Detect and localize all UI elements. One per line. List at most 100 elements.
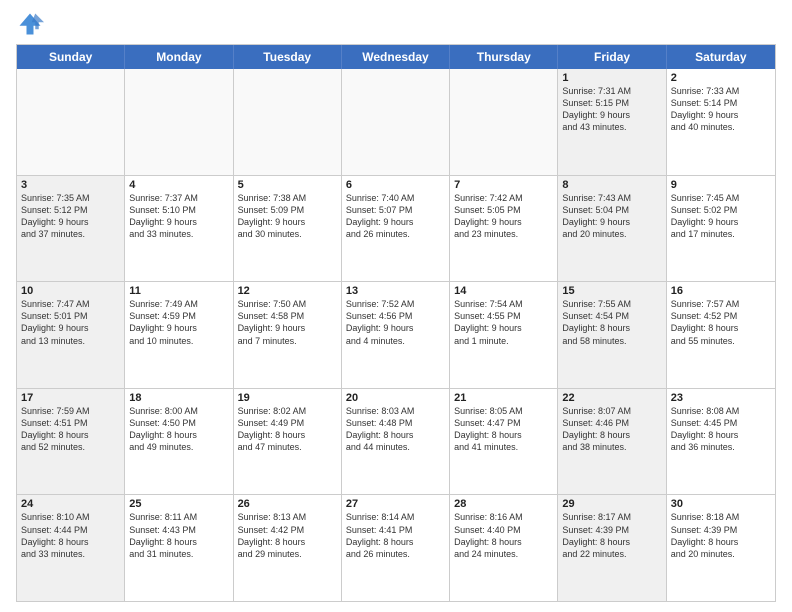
- calendar-cell: 9Sunrise: 7:45 AM Sunset: 5:02 PM Daylig…: [667, 176, 775, 282]
- day-number: 7: [454, 179, 553, 191]
- calendar-cell: 18Sunrise: 8:00 AM Sunset: 4:50 PM Dayli…: [125, 389, 233, 495]
- day-number: 13: [346, 285, 445, 297]
- calendar-cell: 4Sunrise: 7:37 AM Sunset: 5:10 PM Daylig…: [125, 176, 233, 282]
- calendar-cell: 17Sunrise: 7:59 AM Sunset: 4:51 PM Dayli…: [17, 389, 125, 495]
- day-number: 29: [562, 498, 661, 510]
- calendar-cell: 27Sunrise: 8:14 AM Sunset: 4:41 PM Dayli…: [342, 495, 450, 601]
- day-info: Sunrise: 8:00 AM Sunset: 4:50 PM Dayligh…: [129, 405, 228, 454]
- day-number: 6: [346, 179, 445, 191]
- day-info: Sunrise: 7:31 AM Sunset: 5:15 PM Dayligh…: [562, 85, 661, 134]
- header: [16, 10, 776, 38]
- day-number: 4: [129, 179, 228, 191]
- day-number: 3: [21, 179, 120, 191]
- day-number: 26: [238, 498, 337, 510]
- day-number: 21: [454, 392, 553, 404]
- day-info: Sunrise: 8:08 AM Sunset: 4:45 PM Dayligh…: [671, 405, 771, 454]
- day-number: 15: [562, 285, 661, 297]
- day-number: 2: [671, 72, 771, 84]
- calendar-cell: 25Sunrise: 8:11 AM Sunset: 4:43 PM Dayli…: [125, 495, 233, 601]
- day-info: Sunrise: 7:52 AM Sunset: 4:56 PM Dayligh…: [346, 298, 445, 347]
- day-info: Sunrise: 7:49 AM Sunset: 4:59 PM Dayligh…: [129, 298, 228, 347]
- calendar-cell: 23Sunrise: 8:08 AM Sunset: 4:45 PM Dayli…: [667, 389, 775, 495]
- calendar-cell: 13Sunrise: 7:52 AM Sunset: 4:56 PM Dayli…: [342, 282, 450, 388]
- day-info: Sunrise: 7:55 AM Sunset: 4:54 PM Dayligh…: [562, 298, 661, 347]
- day-info: Sunrise: 7:43 AM Sunset: 5:04 PM Dayligh…: [562, 192, 661, 241]
- calendar-cell: 20Sunrise: 8:03 AM Sunset: 4:48 PM Dayli…: [342, 389, 450, 495]
- calendar-row: 17Sunrise: 7:59 AM Sunset: 4:51 PM Dayli…: [17, 389, 775, 496]
- day-info: Sunrise: 8:11 AM Sunset: 4:43 PM Dayligh…: [129, 511, 228, 560]
- day-info: Sunrise: 8:02 AM Sunset: 4:49 PM Dayligh…: [238, 405, 337, 454]
- day-number: 28: [454, 498, 553, 510]
- day-number: 27: [346, 498, 445, 510]
- day-info: Sunrise: 8:18 AM Sunset: 4:39 PM Dayligh…: [671, 511, 771, 560]
- day-number: 24: [21, 498, 120, 510]
- calendar-cell: [450, 69, 558, 175]
- day-number: 12: [238, 285, 337, 297]
- calendar-cell: 19Sunrise: 8:02 AM Sunset: 4:49 PM Dayli…: [234, 389, 342, 495]
- calendar-cell: 12Sunrise: 7:50 AM Sunset: 4:58 PM Dayli…: [234, 282, 342, 388]
- day-info: Sunrise: 8:14 AM Sunset: 4:41 PM Dayligh…: [346, 511, 445, 560]
- day-info: Sunrise: 7:35 AM Sunset: 5:12 PM Dayligh…: [21, 192, 120, 241]
- day-number: 23: [671, 392, 771, 404]
- day-number: 11: [129, 285, 228, 297]
- day-info: Sunrise: 7:37 AM Sunset: 5:10 PM Dayligh…: [129, 192, 228, 241]
- calendar-cell: 15Sunrise: 7:55 AM Sunset: 4:54 PM Dayli…: [558, 282, 666, 388]
- day-info: Sunrise: 7:57 AM Sunset: 4:52 PM Dayligh…: [671, 298, 771, 347]
- day-number: 22: [562, 392, 661, 404]
- calendar-cell: 22Sunrise: 8:07 AM Sunset: 4:46 PM Dayli…: [558, 389, 666, 495]
- calendar-cell: 8Sunrise: 7:43 AM Sunset: 5:04 PM Daylig…: [558, 176, 666, 282]
- calendar-cell: 14Sunrise: 7:54 AM Sunset: 4:55 PM Dayli…: [450, 282, 558, 388]
- calendar-cell: 1Sunrise: 7:31 AM Sunset: 5:15 PM Daylig…: [558, 69, 666, 175]
- day-info: Sunrise: 7:33 AM Sunset: 5:14 PM Dayligh…: [671, 85, 771, 134]
- weekday-header: Wednesday: [342, 45, 450, 69]
- day-info: Sunrise: 7:38 AM Sunset: 5:09 PM Dayligh…: [238, 192, 337, 241]
- calendar-cell: [342, 69, 450, 175]
- day-number: 14: [454, 285, 553, 297]
- calendar-cell: 24Sunrise: 8:10 AM Sunset: 4:44 PM Dayli…: [17, 495, 125, 601]
- calendar-cell: 7Sunrise: 7:42 AM Sunset: 5:05 PM Daylig…: [450, 176, 558, 282]
- day-info: Sunrise: 8:17 AM Sunset: 4:39 PM Dayligh…: [562, 511, 661, 560]
- calendar-cell: 5Sunrise: 7:38 AM Sunset: 5:09 PM Daylig…: [234, 176, 342, 282]
- calendar-cell: 3Sunrise: 7:35 AM Sunset: 5:12 PM Daylig…: [17, 176, 125, 282]
- calendar-body: 1Sunrise: 7:31 AM Sunset: 5:15 PM Daylig…: [17, 69, 775, 601]
- day-info: Sunrise: 7:50 AM Sunset: 4:58 PM Dayligh…: [238, 298, 337, 347]
- weekday-header: Saturday: [667, 45, 775, 69]
- day-info: Sunrise: 8:03 AM Sunset: 4:48 PM Dayligh…: [346, 405, 445, 454]
- day-info: Sunrise: 8:13 AM Sunset: 4:42 PM Dayligh…: [238, 511, 337, 560]
- calendar-header: SundayMondayTuesdayWednesdayThursdayFrid…: [17, 45, 775, 69]
- day-number: 9: [671, 179, 771, 191]
- weekday-header: Thursday: [450, 45, 558, 69]
- weekday-header: Tuesday: [234, 45, 342, 69]
- calendar-row: 10Sunrise: 7:47 AM Sunset: 5:01 PM Dayli…: [17, 282, 775, 389]
- day-info: Sunrise: 7:59 AM Sunset: 4:51 PM Dayligh…: [21, 405, 120, 454]
- day-number: 8: [562, 179, 661, 191]
- day-number: 18: [129, 392, 228, 404]
- weekday-header: Friday: [558, 45, 666, 69]
- calendar-row: 3Sunrise: 7:35 AM Sunset: 5:12 PM Daylig…: [17, 176, 775, 283]
- weekday-header: Monday: [125, 45, 233, 69]
- day-info: Sunrise: 7:40 AM Sunset: 5:07 PM Dayligh…: [346, 192, 445, 241]
- calendar-cell: 29Sunrise: 8:17 AM Sunset: 4:39 PM Dayli…: [558, 495, 666, 601]
- calendar-cell: 2Sunrise: 7:33 AM Sunset: 5:14 PM Daylig…: [667, 69, 775, 175]
- day-number: 19: [238, 392, 337, 404]
- calendar-cell: 11Sunrise: 7:49 AM Sunset: 4:59 PM Dayli…: [125, 282, 233, 388]
- day-number: 25: [129, 498, 228, 510]
- calendar-cell: [17, 69, 125, 175]
- day-info: Sunrise: 8:05 AM Sunset: 4:47 PM Dayligh…: [454, 405, 553, 454]
- calendar-cell: 10Sunrise: 7:47 AM Sunset: 5:01 PM Dayli…: [17, 282, 125, 388]
- day-number: 30: [671, 498, 771, 510]
- day-number: 5: [238, 179, 337, 191]
- calendar-cell: 6Sunrise: 7:40 AM Sunset: 5:07 PM Daylig…: [342, 176, 450, 282]
- calendar-row: 1Sunrise: 7:31 AM Sunset: 5:15 PM Daylig…: [17, 69, 775, 176]
- day-number: 1: [562, 72, 661, 84]
- calendar-cell: 21Sunrise: 8:05 AM Sunset: 4:47 PM Dayli…: [450, 389, 558, 495]
- day-info: Sunrise: 8:16 AM Sunset: 4:40 PM Dayligh…: [454, 511, 553, 560]
- day-info: Sunrise: 7:45 AM Sunset: 5:02 PM Dayligh…: [671, 192, 771, 241]
- logo: [16, 10, 48, 38]
- calendar-cell: [125, 69, 233, 175]
- calendar-cell: 16Sunrise: 7:57 AM Sunset: 4:52 PM Dayli…: [667, 282, 775, 388]
- day-info: Sunrise: 7:54 AM Sunset: 4:55 PM Dayligh…: [454, 298, 553, 347]
- weekday-header: Sunday: [17, 45, 125, 69]
- day-info: Sunrise: 7:42 AM Sunset: 5:05 PM Dayligh…: [454, 192, 553, 241]
- calendar-cell: 28Sunrise: 8:16 AM Sunset: 4:40 PM Dayli…: [450, 495, 558, 601]
